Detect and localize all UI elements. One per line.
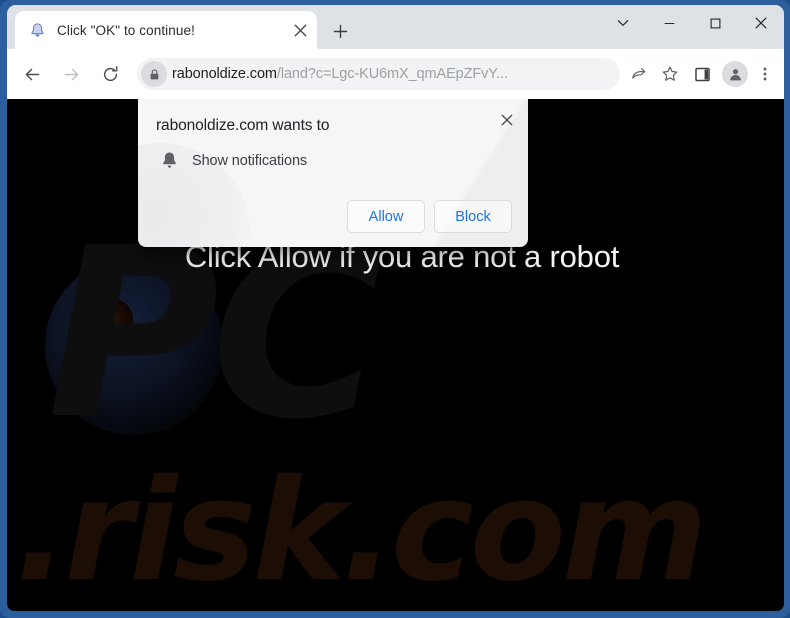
dialog-close-button[interactable]: [495, 108, 519, 132]
bookmark-button[interactable]: [654, 58, 686, 90]
page-viewport: PC .risk.com Click Allow if you are not …: [7, 99, 784, 611]
reload-icon: [103, 65, 117, 81]
minimize-icon: [664, 22, 674, 24]
arrow-right-icon: [64, 68, 78, 80]
lock-icon: [150, 68, 158, 79]
reload-button[interactable]: [95, 59, 125, 89]
address-bar[interactable]: rabonoldize.com/land?c=Lgc-KU6mX_qmAEpZF…: [137, 58, 620, 90]
arrow-left-icon: [25, 68, 39, 80]
dialog-title: rabonoldize.com wants to: [156, 117, 330, 134]
profile-avatar-button[interactable]: [722, 61, 748, 87]
new-tab-button[interactable]: [325, 16, 355, 46]
browser-window-frame: Click "OK" to continue! rabonoldize.com/…: [0, 0, 790, 618]
side-panel-icon: [694, 67, 710, 81]
dialog-buttons: Allow Block: [154, 200, 512, 233]
allow-button[interactable]: Allow: [347, 200, 425, 233]
minimize-button[interactable]: [646, 5, 692, 41]
share-icon: [631, 67, 645, 79]
maximize-button[interactable]: [692, 5, 738, 41]
tab-close-button[interactable]: [287, 17, 313, 43]
url-host: rabonoldize.com: [172, 66, 277, 82]
toolbar-actions: [622, 58, 778, 90]
share-button[interactable]: [622, 58, 654, 90]
person-icon: [729, 68, 741, 80]
browser-window: Click "OK" to continue! rabonoldize.com/…: [7, 5, 784, 611]
notification-permission-dialog: rabonoldize.com wants to Show notificati…: [138, 99, 528, 247]
tab-search-button[interactable]: [600, 5, 646, 41]
close-icon: [501, 114, 513, 126]
block-button[interactable]: Block: [434, 200, 512, 233]
browser-menu-button[interactable]: [752, 58, 778, 90]
tab-strip: Click "OK" to continue!: [7, 5, 784, 49]
tab-title: Click "OK" to continue!: [57, 22, 195, 38]
back-button[interactable]: [17, 59, 47, 89]
window-close-button[interactable]: [738, 5, 784, 41]
plus-icon: [333, 24, 347, 38]
background-glow-inner: [93, 299, 133, 339]
browser-toolbar: rabonoldize.com/land?c=Lgc-KU6mX_qmAEpZF…: [7, 49, 784, 99]
dialog-permission-row: Show notifications: [156, 151, 512, 170]
star-icon: [662, 66, 678, 81]
url-path: /land?c=Lgc-KU6mX_qmAEpZFvY...: [276, 66, 508, 82]
site-info-button[interactable]: [141, 61, 167, 87]
three-dot-menu-icon: [763, 67, 767, 81]
side-panel-button[interactable]: [686, 58, 718, 90]
background-glow: [45, 257, 223, 435]
dialog-permission-label: Show notifications: [192, 152, 308, 169]
maximize-icon: [710, 18, 720, 28]
bell-icon: [156, 151, 182, 170]
window-controls: [600, 5, 784, 49]
close-icon: [755, 17, 767, 29]
forward-button[interactable]: [56, 59, 86, 89]
bell-favicon-icon: [31, 22, 44, 37]
chevron-down-icon: [617, 20, 629, 26]
watermark-bottom-text: .risk.com: [15, 450, 708, 611]
address-bar-text: rabonoldize.com/land?c=Lgc-KU6mX_qmAEpZF…: [172, 66, 616, 82]
browser-tab[interactable]: Click "OK" to continue!: [15, 11, 317, 49]
